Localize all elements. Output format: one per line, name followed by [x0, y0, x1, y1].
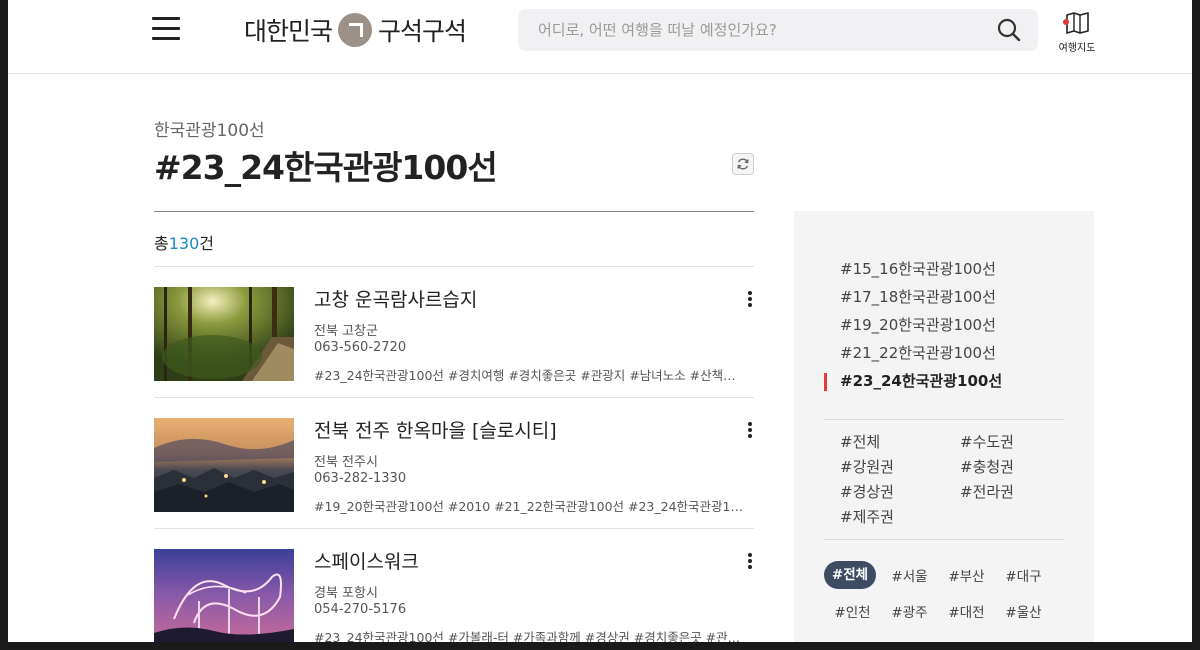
city-chip-daejeon[interactable]: #대전: [938, 601, 995, 621]
region-jeolla[interactable]: #전라권: [960, 480, 1080, 505]
site-logo[interactable]: 대한민국 구석구석: [244, 12, 467, 48]
travel-map-button[interactable]: 여행지도: [1054, 12, 1100, 56]
more-vertical-icon[interactable]: [746, 291, 754, 309]
refresh-button[interactable]: [732, 153, 754, 175]
city-chip-seoul[interactable]: #서울: [881, 565, 938, 585]
city-row: #인천 #광주 #대전 #울산: [824, 593, 1074, 629]
page-title: #23_24한국관광100선: [154, 148, 498, 187]
search-icon[interactable]: [996, 17, 1022, 43]
logo-text-left: 대한민국: [244, 17, 333, 46]
city-chip-busan[interactable]: #부산: [938, 565, 995, 585]
page-subtitle: 한국관광100선: [154, 121, 265, 141]
total-prefix: 총: [154, 234, 169, 253]
item-tags[interactable]: #23_24한국관광100선 #경치여행 #경치좋은곳 #관광지 #남녀노소 #…: [314, 365, 746, 384]
sidebar-divider: [824, 539, 1064, 540]
city-chip-all[interactable]: #전체: [824, 561, 876, 589]
edition-item-17-18[interactable]: #17_18한국관광100선: [824, 283, 1002, 311]
refresh-icon: [737, 158, 749, 170]
result-list: 고창 운곡람사르습지 전북 고창군 063-560-2720 #23_24한국관…: [154, 267, 754, 642]
region-all[interactable]: #전체: [840, 430, 960, 455]
map-icon: [1063, 12, 1089, 34]
hamburger-menu-icon[interactable]: [152, 17, 180, 41]
logo-text-right: 구석구석: [378, 17, 467, 46]
list-item: 전북 전주 한옥마을 [슬로시티] 전북 전주시 063-282-1330 #1…: [154, 398, 754, 529]
item-region: 경북 포항시: [314, 586, 378, 601]
item-thumbnail[interactable]: [154, 287, 294, 381]
site-header: 대한민국 구석구석 여행지도: [8, 0, 1192, 74]
item-thumbnail[interactable]: [154, 549, 294, 642]
more-vertical-icon[interactable]: [746, 422, 754, 440]
region-gangwon[interactable]: #강원권: [840, 455, 960, 480]
search-input[interactable]: [538, 9, 978, 51]
more-vertical-icon[interactable]: [746, 553, 754, 571]
edition-item-21-22[interactable]: #21_22한국관광100선: [824, 339, 1002, 367]
total-number: 130: [168, 234, 200, 253]
city-row: #전체 #서울 #부산 #대구: [824, 557, 1074, 593]
item-title[interactable]: 고창 운곡람사르습지: [314, 285, 477, 312]
item-region: 전북 전주시: [314, 455, 378, 470]
city-chip-daegu[interactable]: #대구: [995, 565, 1052, 585]
item-region: 전북 고창군: [314, 324, 378, 339]
region-gyeongsang[interactable]: #경상권: [840, 480, 960, 505]
region-capital[interactable]: #수도권: [960, 430, 1080, 455]
filter-sidebar: #15_16한국관광100선 #17_18한국관광100선 #19_20한국관광…: [794, 211, 1094, 642]
city-chip-ulsan[interactable]: #울산: [995, 601, 1052, 621]
search-bar: [518, 9, 1038, 51]
item-phone: 063-560-2720: [314, 340, 407, 355]
region-chungcheong[interactable]: #충청권: [960, 455, 1080, 480]
region-filter: #전체 #수도권 #강원권 #충청권 #경상권 #전라권 #제주권: [840, 430, 1080, 530]
item-tags[interactable]: #23_24한국관광100선 #가볼래-터 #가족과함께 #경상권 #경치좋은곳…: [314, 627, 746, 642]
item-tags[interactable]: #19_20한국관광100선 #2010 #21_22한국관광100선 #23_…: [314, 496, 746, 515]
region-jeju[interactable]: #제주권: [840, 505, 960, 530]
list-item: 고창 운곡람사르습지 전북 고창군 063-560-2720 #23_24한국관…: [154, 267, 754, 398]
item-title[interactable]: 전북 전주 한옥마을 [슬로시티]: [314, 416, 557, 443]
item-title[interactable]: 스페이스워크: [314, 547, 419, 574]
edition-item-15-16[interactable]: #15_16한국관광100선: [824, 255, 1002, 283]
edition-item-23-24[interactable]: #23_24한국관광100선: [824, 367, 1002, 395]
page-frame: 대한민국 구석구석 여행지도 한국관광100선 #23_24한국관광: [8, 0, 1192, 642]
sidebar-divider: [824, 419, 1064, 420]
city-filter: #전체 #서울 #부산 #대구 #인천 #광주 #대전 #울산: [824, 557, 1074, 629]
edition-item-19-20[interactable]: #19_20한국관광100선: [824, 311, 1002, 339]
list-item: 스페이스워크 경북 포항시 054-270-5176 #23_24한국관광100…: [154, 529, 754, 642]
title-divider: [154, 211, 754, 212]
city-chip-gwangju[interactable]: #광주: [881, 601, 938, 621]
item-thumbnail[interactable]: [154, 418, 294, 512]
travel-map-label: 여행지도: [1058, 43, 1096, 54]
logo-mark-icon: [338, 13, 373, 47]
total-suffix: 건: [199, 234, 215, 253]
total-count: 총130건: [154, 230, 214, 254]
item-phone: 063-282-1330: [314, 471, 407, 486]
city-chip-incheon[interactable]: #인천: [824, 601, 881, 621]
edition-list: #15_16한국관광100선 #17_18한국관광100선 #19_20한국관광…: [824, 255, 1002, 395]
item-phone: 054-270-5176: [314, 602, 407, 617]
